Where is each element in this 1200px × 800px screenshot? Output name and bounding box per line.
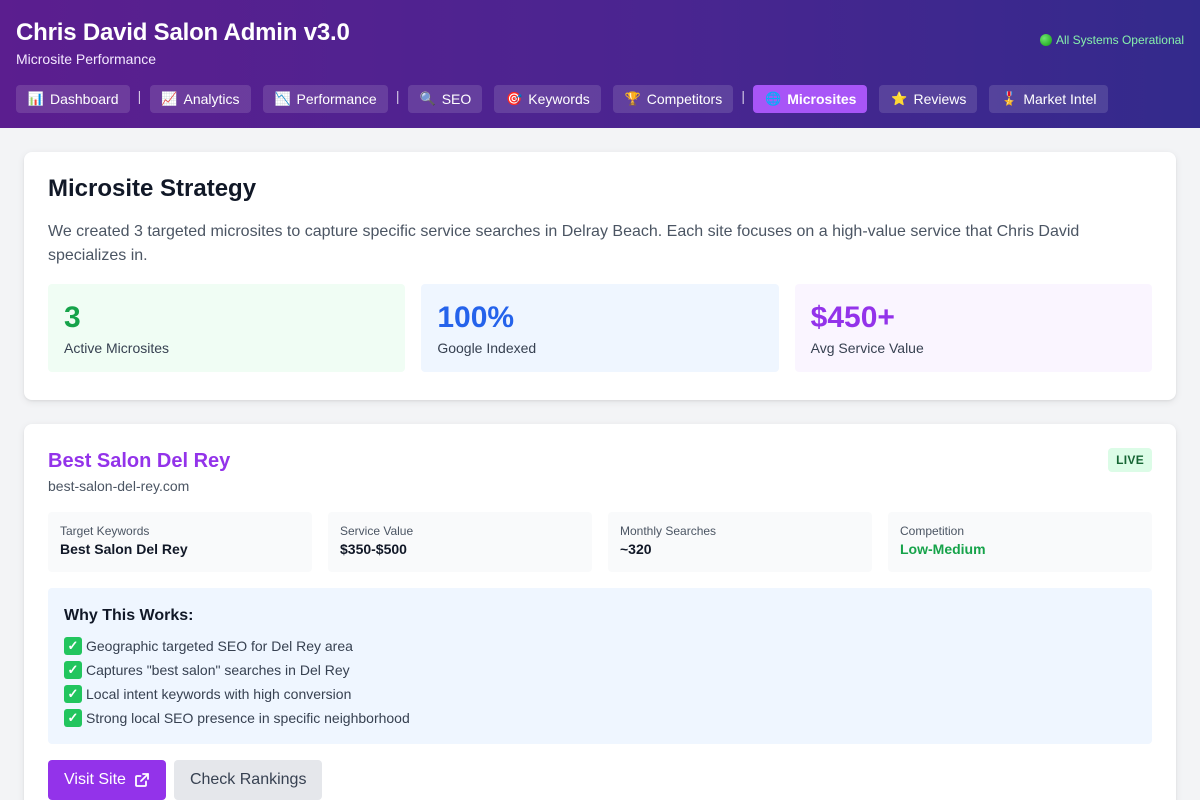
stat-label: Google Indexed bbox=[437, 340, 537, 356]
microsite-actions: Visit Site Check Rankings bbox=[48, 760, 1152, 800]
strategy-description: We created 3 targeted microsites to capt… bbox=[48, 223, 1080, 264]
external-link-icon bbox=[135, 773, 149, 787]
metric-value: Low-Medium bbox=[900, 541, 986, 557]
nav-reviews[interactable]: ⭐ Reviews bbox=[879, 85, 978, 113]
why-this-works-panel: Why This Works: ✓ Geographic targeted SE… bbox=[48, 588, 1152, 744]
nav-analytics[interactable]: 📈 Analytics bbox=[149, 85, 251, 113]
app-header: Chris David Salon Admin v3.0 Microsite P… bbox=[0, 0, 1200, 128]
stat-value: $450+ bbox=[810, 301, 895, 334]
metric-monthly-searches: Monthly Searches ~320 bbox=[608, 512, 872, 572]
system-status: All Systems Operational bbox=[1039, 33, 1184, 47]
nav-competitors[interactable]: 🏆 Competitors bbox=[612, 85, 734, 113]
nav-divider: | bbox=[395, 88, 400, 104]
trophy-icon: 🏆 bbox=[624, 91, 641, 106]
globe-icon: 🌐 bbox=[765, 91, 782, 106]
nav-microsites-label: Microsites bbox=[787, 91, 857, 107]
visit-site-button[interactable]: Visit Site bbox=[48, 760, 166, 800]
check-mark-icon: ✓ bbox=[64, 637, 82, 655]
microsite-metrics: Target Keywords Best Salon Del Rey Servi… bbox=[48, 512, 1152, 572]
nav-analytics-label: Analytics bbox=[183, 91, 240, 107]
strategy-title: Microsite Strategy bbox=[48, 175, 257, 202]
list-item: ✓ Local intent keywords with high conver… bbox=[64, 682, 1136, 706]
list-item-text: Strong local SEO presence in specific ne… bbox=[86, 710, 410, 726]
stat-avg-service-value: $450+ Avg Service Value bbox=[794, 284, 1152, 372]
metric-label: Monthly Searches bbox=[620, 524, 717, 538]
nav-keywords-label: Keywords bbox=[528, 91, 590, 107]
metric-value: ~320 bbox=[620, 541, 652, 557]
stat-label: Active Microsites bbox=[64, 340, 170, 356]
metric-label: Service Value bbox=[340, 524, 414, 538]
nav-microsites[interactable]: 🌐 Microsites bbox=[753, 85, 868, 113]
nav-dashboard[interactable]: 📊 Dashboard bbox=[16, 85, 130, 113]
live-status-badge: LIVE bbox=[1108, 448, 1152, 472]
check-mark-icon: ✓ bbox=[64, 685, 82, 703]
list-item: ✓ Captures "best salon" searches in Del … bbox=[64, 658, 1136, 682]
metric-competition: Competition Low-Medium bbox=[888, 512, 1152, 572]
microsite-title: Best Salon Del Rey bbox=[48, 450, 231, 472]
nav-performance-label: Performance bbox=[296, 91, 377, 107]
list-item: ✓ Strong local SEO presence in specific … bbox=[64, 706, 1136, 730]
stat-google-indexed: 100% Google Indexed bbox=[421, 284, 779, 372]
list-item-text: Geographic targeted SEO for Del Rey area bbox=[86, 638, 353, 654]
medal-icon: 🎖️ bbox=[1001, 91, 1018, 106]
stat-label: Avg Service Value bbox=[810, 340, 924, 356]
app-title: Chris David Salon Admin v3.0 bbox=[16, 19, 350, 46]
check-rankings-button[interactable]: Check Rankings bbox=[173, 760, 323, 800]
nav-competitors-label: Competitors bbox=[646, 91, 723, 107]
target-icon: 🎯 bbox=[506, 91, 523, 106]
nav-reviews-label: Reviews bbox=[913, 91, 967, 107]
list-item-text: Local intent keywords with high conversi… bbox=[86, 686, 352, 702]
nav-performance[interactable]: 📉 Performance bbox=[262, 85, 388, 113]
system-status-text: All Systems Operational bbox=[1055, 33, 1184, 47]
why-title: Why This Works: bbox=[64, 607, 194, 624]
main-content: Microsite Strategy We created 3 targeted… bbox=[0, 128, 1200, 800]
strategy-stats: 3 Active Microsites 100% Google Indexed … bbox=[48, 284, 1152, 372]
check-mark-icon: ✓ bbox=[64, 661, 82, 679]
nav-seo[interactable]: 🔍 SEO bbox=[407, 85, 483, 113]
magnifier-icon: 🔍 bbox=[419, 91, 436, 106]
microsite-domain: best-salon-del-rey.com bbox=[48, 478, 190, 494]
bar-chart-icon: 📊 bbox=[27, 91, 45, 106]
nav-dashboard-label: Dashboard bbox=[50, 91, 119, 107]
list-item-text: Captures "best salon" searches in Del Re… bbox=[86, 662, 350, 678]
star-icon: ⭐ bbox=[891, 91, 908, 106]
metric-label: Target Keywords bbox=[60, 524, 150, 538]
page-subtitle: Microsite Performance bbox=[16, 51, 157, 67]
metric-value: $350-$500 bbox=[340, 541, 407, 557]
stat-value: 100% bbox=[437, 301, 515, 334]
metric-label: Competition bbox=[900, 524, 965, 538]
strategy-card: Microsite Strategy We created 3 targeted… bbox=[24, 152, 1176, 400]
nav-market-intel[interactable]: 🎖️ Market Intel bbox=[989, 85, 1108, 113]
green-status-dot-icon bbox=[1039, 34, 1052, 46]
metric-value: Best Salon Del Rey bbox=[60, 541, 188, 557]
nav-divider: | bbox=[741, 88, 746, 104]
nav-seo-label: SEO bbox=[441, 91, 472, 107]
stat-active-microsites: 3 Active Microsites bbox=[48, 284, 406, 372]
why-list: ✓ Geographic targeted SEO for Del Rey ar… bbox=[64, 634, 1136, 730]
nav-divider: | bbox=[137, 88, 142, 104]
trend-down-icon: 📉 bbox=[274, 91, 291, 106]
main-nav: 📊 Dashboard | 📈 Analytics 📉 Performance … bbox=[16, 85, 1184, 113]
metric-service-value: Service Value $350-$500 bbox=[328, 512, 592, 572]
stat-value: 3 bbox=[64, 301, 81, 334]
microsite-card: Best Salon Del Rey best-salon-del-rey.co… bbox=[24, 424, 1176, 800]
nav-market-intel-label: Market Intel bbox=[1023, 91, 1097, 107]
visit-site-label: Visit Site bbox=[64, 771, 126, 788]
list-item: ✓ Geographic targeted SEO for Del Rey ar… bbox=[64, 634, 1136, 658]
metric-target-keywords: Target Keywords Best Salon Del Rey bbox=[48, 512, 312, 572]
trend-up-icon: 📈 bbox=[161, 91, 178, 106]
check-mark-icon: ✓ bbox=[64, 709, 82, 727]
nav-keywords[interactable]: 🎯 Keywords bbox=[494, 85, 601, 113]
